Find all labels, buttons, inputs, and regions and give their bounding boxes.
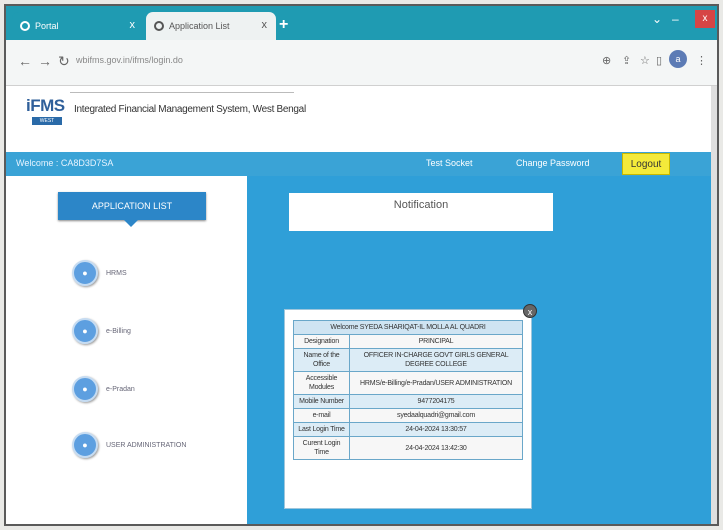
- table-row: Mobile Number 9477204175: [292, 394, 523, 409]
- tab-label: Application List: [169, 21, 230, 31]
- row-label: Designation: [292, 334, 351, 349]
- app-item-ebilling[interactable]: ● e-Billing: [72, 316, 242, 346]
- app-bubble-icon: ●: [72, 432, 98, 458]
- notification-box: Notification: [289, 193, 553, 231]
- row-value: PRINCIPAL: [349, 334, 523, 349]
- tab-close-icon[interactable]: x: [262, 19, 268, 31]
- notification-title: Notification: [393, 199, 449, 211]
- app-item-user-administration[interactable]: ● USER ADMINISTRATION: [72, 430, 242, 460]
- menu-kebab-icon[interactable]: ⋮: [696, 54, 707, 67]
- tab-label: Portal: [35, 21, 59, 31]
- page-scrollbar[interactable]: [711, 86, 717, 524]
- tab-favicon-icon: [20, 21, 30, 31]
- table-row: Designation PRINCIPAL: [292, 334, 523, 349]
- welcome-row: Welcome SYEDA SHARIQAT-IL MOLLA AL QUADR…: [293, 320, 523, 335]
- system-name: Integrated Financial Management System, …: [74, 104, 306, 115]
- application-list-heading: APPLICATION LIST: [58, 192, 206, 227]
- table-row: Welcome SYEDA SHARIQAT-IL MOLLA AL QUADR…: [293, 320, 523, 335]
- row-value: HRMS/e-Billing/e-Pradan/USER ADMINISTRAT…: [349, 371, 523, 395]
- bookmark-star-icon[interactable]: ☆: [640, 54, 650, 67]
- logo-subtitle: WEST BENGAL: [32, 117, 62, 132]
- header-divider: [70, 92, 294, 93]
- new-tab-button[interactable]: +: [279, 16, 288, 34]
- row-label: Mobile Number: [292, 394, 351, 409]
- row-value: 24-04-2024 13:30:57: [349, 422, 523, 437]
- tab-favicon-icon: [154, 21, 164, 31]
- row-label: Curent Login Time: [292, 436, 351, 460]
- browser-tab-portal[interactable]: Portal x: [12, 12, 144, 40]
- table-row: Curent Login Time 24-04-2024 13:42:30: [292, 436, 523, 460]
- row-label: Last Login Time: [292, 422, 351, 437]
- sidebar-icon[interactable]: ▯: [656, 54, 662, 67]
- row-value: syedaalquadri@gmail.com: [349, 408, 523, 423]
- app-item-epradan[interactable]: ● e-Pradan: [72, 374, 242, 404]
- share-icon[interactable]: ⇪: [622, 54, 631, 67]
- row-label: Accessible Modules: [292, 371, 351, 395]
- back-icon[interactable]: ←: [18, 53, 32, 69]
- forward-icon[interactable]: →: [38, 53, 52, 69]
- window-close-icon[interactable]: x: [695, 10, 715, 28]
- translate-icon[interactable]: ⊕: [602, 54, 611, 67]
- browser-tab-strip: Portal x Application List x + ⌄ – x: [6, 6, 717, 40]
- ifms-logo: iFMS: [26, 96, 65, 115]
- tab-search-icon[interactable]: ⌄: [652, 12, 662, 26]
- reload-icon[interactable]: ↻: [58, 53, 70, 70]
- app-label: e-Pradan: [106, 385, 135, 393]
- top-nav-bar: Welcome : CA8D3D7SA Test Socket Change P…: [6, 152, 717, 176]
- minimize-icon[interactable]: –: [672, 12, 679, 26]
- browser-tab-application-list[interactable]: Application List x: [146, 12, 276, 40]
- profile-avatar[interactable]: a: [669, 50, 687, 68]
- app-label: HRMS: [106, 269, 127, 277]
- application-sidebar: APPLICATION LIST ● HRMS ● e-Billing ● e-…: [6, 176, 247, 524]
- tab-close-icon[interactable]: x: [130, 19, 136, 31]
- app-bubble-icon: ●: [72, 376, 98, 402]
- app-label: USER ADMINISTRATION: [106, 441, 187, 449]
- change-password-link[interactable]: Change Password: [516, 158, 590, 168]
- main-content: Notification x Welcome SYEDA SHARIQAT-IL…: [247, 176, 717, 524]
- test-socket-link[interactable]: Test Socket: [426, 158, 473, 168]
- logout-button[interactable]: Logout: [622, 153, 670, 175]
- user-info-popup: x Welcome SYEDA SHARIQAT-IL MOLLA AL QUA…: [284, 304, 537, 509]
- user-info-table: Welcome SYEDA SHARIQAT-IL MOLLA AL QUADR…: [292, 320, 523, 460]
- app-item-hrms[interactable]: ● HRMS: [72, 258, 242, 288]
- address-bar[interactable]: wbifms.gov.in/ifms/login.do: [76, 55, 183, 65]
- app-bubble-icon: ●: [72, 318, 98, 344]
- screenshot-frame: Portal x Application List x + ⌄ – x ← → …: [4, 4, 719, 526]
- table-row: Last Login Time 24-04-2024 13:30:57: [292, 422, 523, 437]
- row-value: 9477204175: [349, 394, 523, 409]
- browser-toolbar: ← → ↻ wbifms.gov.in/ifms/login.do ⊕ ⇪ ☆ …: [6, 40, 717, 86]
- row-label: Name of the Office: [292, 348, 351, 372]
- row-label: e-mail: [292, 408, 351, 423]
- welcome-text: Welcome : CA8D3D7SA: [16, 158, 114, 168]
- table-row: e-mail syedaalquadri@gmail.com: [292, 408, 523, 423]
- popup-close-icon[interactable]: x: [523, 304, 537, 318]
- app-bubble-icon: ●: [72, 260, 98, 286]
- row-value: OFFICER IN-CHARGE GOVT GIRLS GENERAL DEG…: [349, 348, 523, 372]
- table-row: Accessible Modules HRMS/e-Billing/e-Prad…: [292, 371, 523, 395]
- app-label: e-Billing: [106, 327, 131, 335]
- row-value: 24-04-2024 13:42:30: [349, 436, 523, 460]
- table-row: Name of the Office OFFICER IN-CHARGE GOV…: [292, 348, 523, 372]
